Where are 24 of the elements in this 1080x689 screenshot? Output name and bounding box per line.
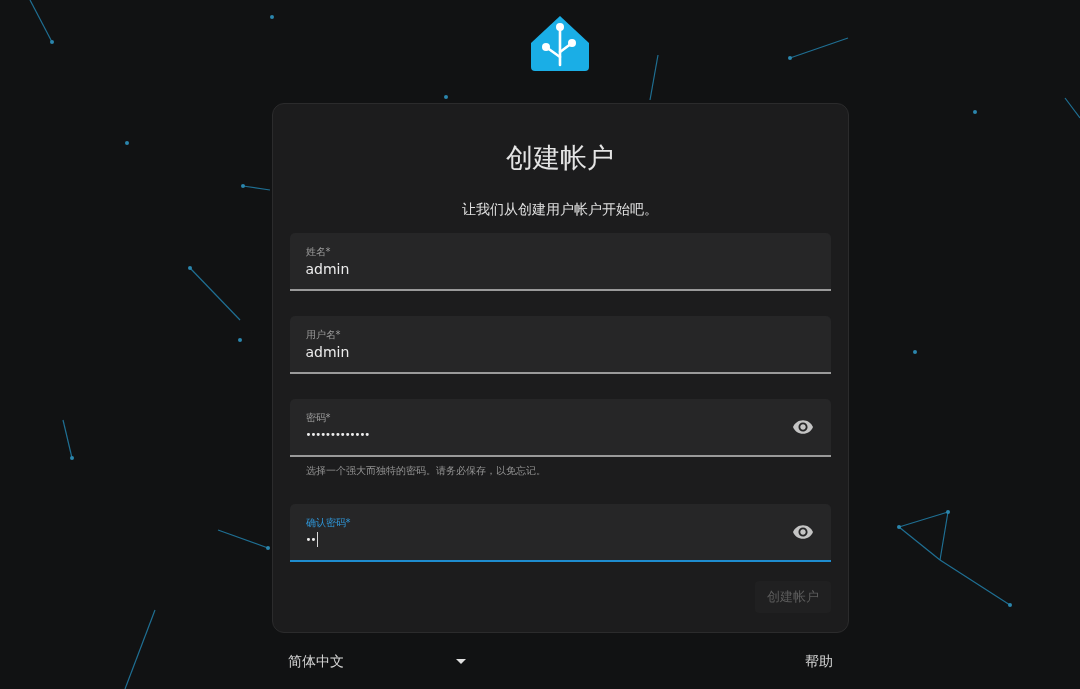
text-field[interactable]: 姓名* admin [289,233,831,291]
field-value: ••••••••••••• [305,428,370,441]
show-password-button[interactable] [790,418,815,436]
field-value: •• [305,533,316,546]
card-title: 创建帐户 [505,141,615,175]
card-subtitle: 让我们从创建用户帐户开始吧。 [461,200,659,219]
text-field[interactable]: 确认密码* •• [289,504,831,562]
eye-icon [792,420,813,434]
text-cursor [317,532,319,547]
field-label: 密码* [305,410,331,424]
field-label: 确认密码* [305,515,351,529]
show-password-button[interactable] [790,523,815,541]
field-value: admin [305,259,350,278]
field-label: 姓名* [305,244,331,258]
helper-text: 选择一个强大而独特的密码。请务必保存，以免忘记。 [305,464,547,478]
eye-icon [792,525,813,539]
language-dropdown[interactable]: 简体中文 [287,651,466,671]
house-logo-icon [530,15,590,72]
text-field[interactable]: 用户名* admin [289,316,831,374]
help-link[interactable]: 帮助 [804,651,833,671]
field-label: 用户名* [305,327,341,341]
caret-icon [455,658,466,664]
field-value: admin [305,342,350,361]
text-field[interactable]: 密码* ••••••••••••• [289,399,831,457]
